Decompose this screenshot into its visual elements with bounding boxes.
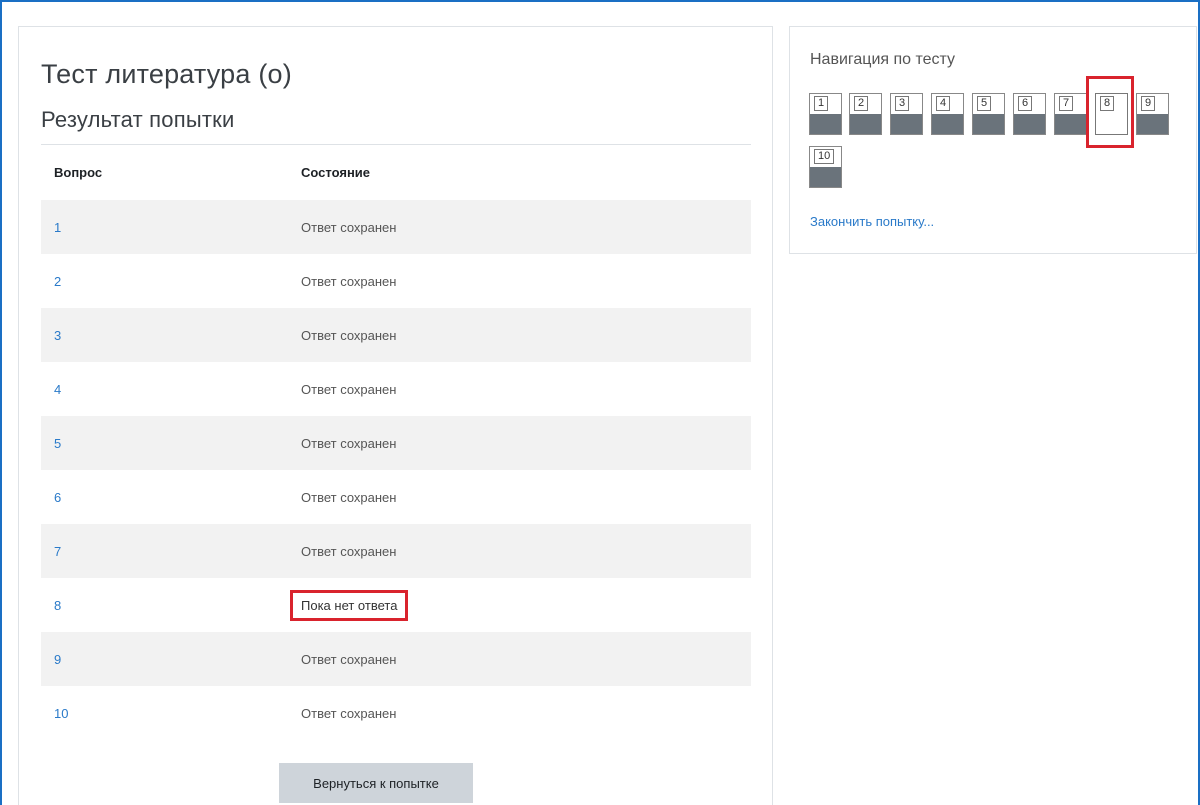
question-link[interactable]: 8 <box>54 598 61 613</box>
answered-indicator <box>1137 114 1168 134</box>
question-state: Ответ сохранен <box>301 327 397 343</box>
table-row: 5 Ответ сохранен <box>41 416 751 470</box>
unanswered-highlight-box <box>1086 76 1134 148</box>
answered-indicator <box>1014 114 1045 134</box>
question-link[interactable]: 6 <box>54 490 61 505</box>
table-row: 9 Ответ сохранен <box>41 632 751 686</box>
answered-indicator <box>850 114 881 134</box>
question-link[interactable]: 1 <box>54 220 61 235</box>
quiz-nav-button-3[interactable]: 3 <box>890 93 923 135</box>
return-to-attempt-button[interactable]: Вернуться к попытке <box>279 763 473 803</box>
question-link[interactable]: 2 <box>54 274 61 289</box>
quiz-nav-number: 6 <box>1018 96 1033 111</box>
table-row: 1 Ответ сохранен <box>41 200 751 254</box>
quiz-nav-number: 9 <box>1141 96 1156 111</box>
question-state: Ответ сохранен <box>301 435 397 451</box>
table-row: 8 Пока нет ответа <box>41 578 751 632</box>
quiz-nav-number: 2 <box>854 96 869 111</box>
question-link[interactable]: 9 <box>54 652 61 667</box>
question-link[interactable]: 3 <box>54 328 61 343</box>
question-state: Ответ сохранен <box>301 381 397 397</box>
quiz-navigation-block: Навигация по тесту 1 2 3 4 5 6 7 8 9 10 … <box>789 26 1197 254</box>
quiz-nav-button-5[interactable]: 5 <box>972 93 1005 135</box>
attempt-summary-card: Тест литература (о) Результат попытки Во… <box>18 26 773 805</box>
answered-indicator <box>932 114 963 134</box>
answered-indicator <box>810 167 841 187</box>
quiz-navigation-title: Навигация по тесту <box>810 51 956 68</box>
question-state: Ответ сохранен <box>301 219 397 235</box>
quiz-nav-button-10[interactable]: 10 <box>809 146 842 188</box>
question-state: Ответ сохранен <box>301 273 397 289</box>
question-link[interactable]: 5 <box>54 436 61 451</box>
quiz-nav-button-7[interactable]: 7 <box>1054 93 1087 135</box>
quiz-nav-number: 3 <box>895 96 910 111</box>
header-state: Состояние <box>301 165 371 180</box>
question-state: Ответ сохранен <box>301 651 397 667</box>
table-row: 7 Ответ сохранен <box>41 524 751 578</box>
question-link[interactable]: 10 <box>54 706 68 721</box>
quiz-nav-button-1[interactable]: 1 <box>809 93 842 135</box>
quiz-nav-button-4[interactable]: 4 <box>931 93 964 135</box>
quiz-nav-number: 1 <box>814 96 829 111</box>
header-question: Вопрос <box>54 165 103 180</box>
question-state: Ответ сохранен <box>301 705 397 721</box>
table-row: 6 Ответ сохранен <box>41 470 751 524</box>
question-state: Ответ сохранен <box>301 489 397 505</box>
quiz-nav-number: 7 <box>1059 96 1074 111</box>
page-title: Тест литература (о) <box>41 59 292 89</box>
quiz-nav-number: 5 <box>977 96 992 111</box>
summary-table: Вопрос Состояние 1 Ответ сохранен 2 Отве… <box>41 144 751 740</box>
table-row: 3 Ответ сохранен <box>41 308 751 362</box>
question-state-unanswered: Пока нет ответа <box>290 589 409 621</box>
table-row: 4 Ответ сохранен <box>41 362 751 416</box>
table-row: 2 Ответ сохранен <box>41 254 751 308</box>
quiz-nav-number: 4 <box>936 96 951 111</box>
quiz-nav-button-9[interactable]: 9 <box>1136 93 1169 135</box>
page-subtitle: Результат попытки <box>41 107 235 132</box>
question-link[interactable]: 7 <box>54 544 61 559</box>
table-row: 10 Ответ сохранен <box>41 686 751 740</box>
answered-indicator <box>1055 114 1086 134</box>
answered-indicator <box>810 114 841 134</box>
question-state: Ответ сохранен <box>301 543 397 559</box>
quiz-nav-number: 10 <box>814 149 835 164</box>
finish-attempt-link[interactable]: Закончить попытку... <box>810 214 934 229</box>
quiz-nav-button-2[interactable]: 2 <box>849 93 882 135</box>
table-header-row: Вопрос Состояние <box>41 145 751 200</box>
answered-indicator <box>891 114 922 134</box>
quiz-nav-button-6[interactable]: 6 <box>1013 93 1046 135</box>
answered-indicator <box>973 114 1004 134</box>
question-link[interactable]: 4 <box>54 382 61 397</box>
